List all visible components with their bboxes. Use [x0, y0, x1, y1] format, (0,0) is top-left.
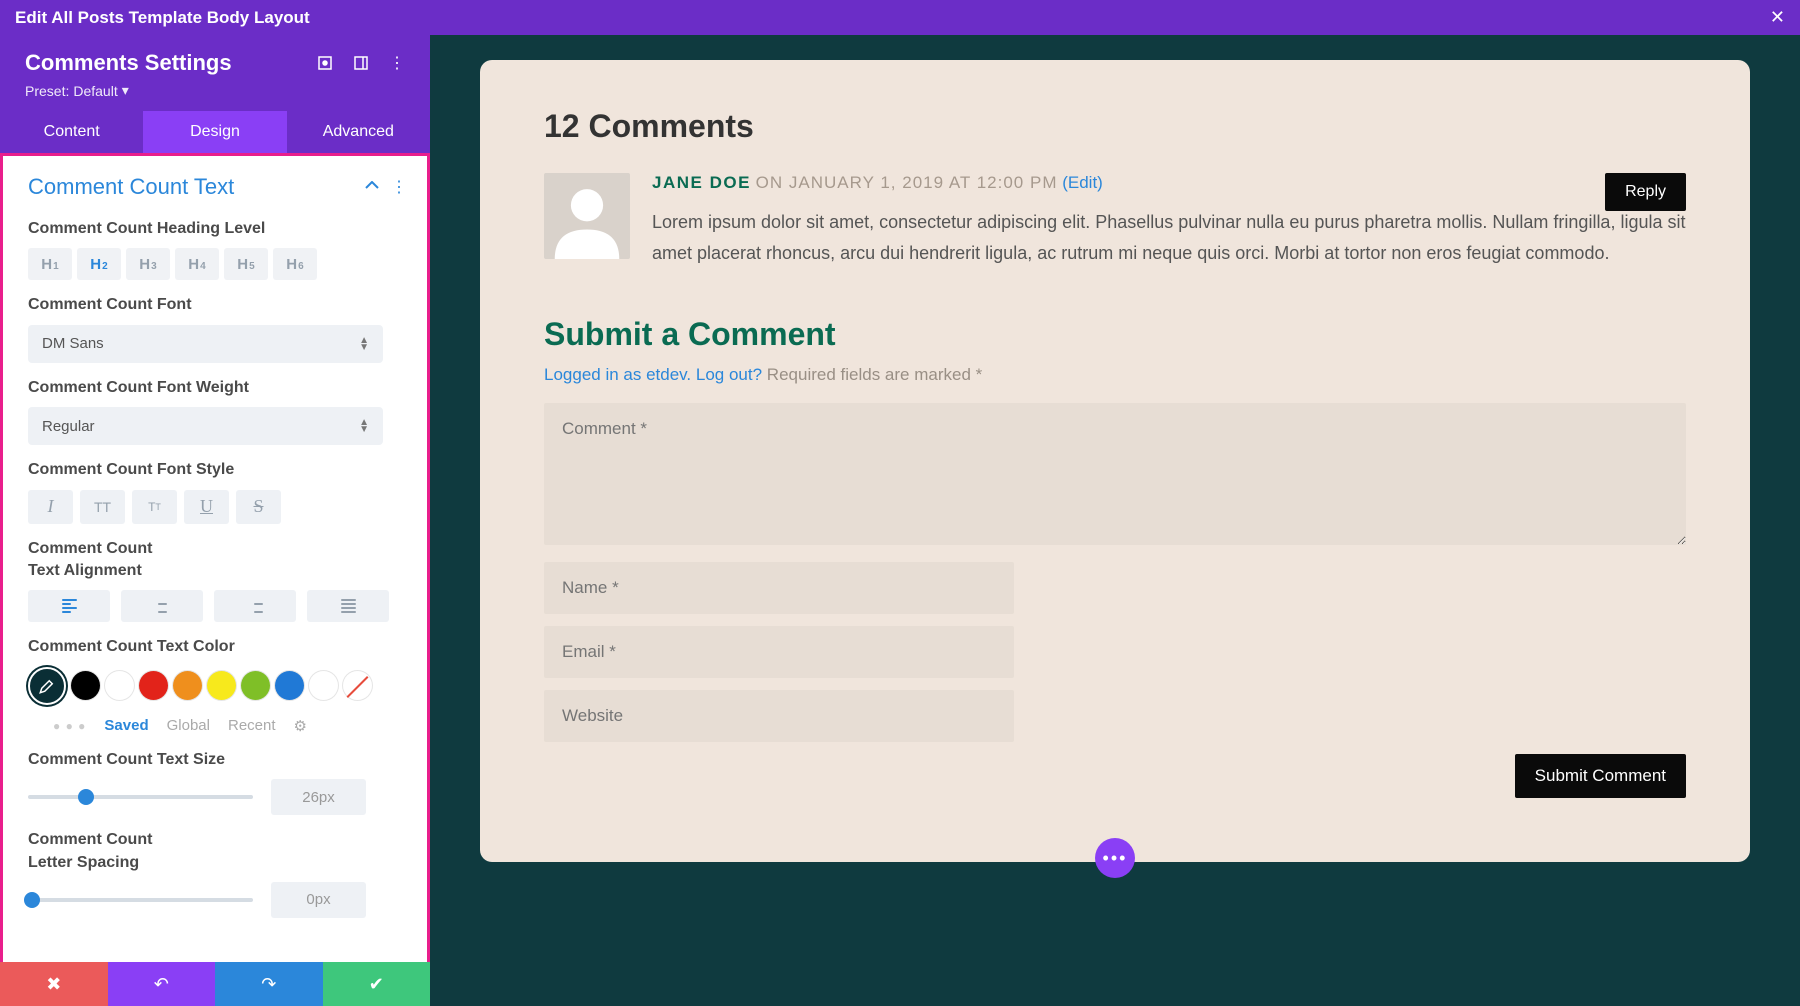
size-slider[interactable]	[28, 795, 253, 799]
label-weight: Comment Count Font Weight	[28, 377, 417, 399]
style-strikethrough[interactable]: S	[236, 490, 281, 524]
select-arrows-icon: ▲▼	[359, 337, 369, 351]
label-color: Comment Count Text Color	[28, 636, 417, 658]
expand-icon[interactable]	[317, 55, 333, 71]
swatch-orange[interactable]	[173, 671, 202, 700]
action-bar: ✖ ↶ ↷ ✔	[0, 962, 430, 1006]
label-font: Comment Count Font	[28, 294, 417, 316]
swatch-black[interactable]	[71, 671, 100, 700]
swatch-white[interactable]	[105, 671, 134, 700]
submit-button[interactable]: Submit Comment	[1515, 754, 1686, 798]
label-alignment: Comment Count Text Alignment	[28, 538, 188, 583]
form-note: Logged in as etdev. Log out? Required fi…	[544, 365, 1686, 385]
label-style: Comment Count Font Style	[28, 459, 417, 481]
comment-author[interactable]: JANE DOE	[652, 173, 751, 192]
color-tab-recent[interactable]: Recent	[228, 717, 276, 734]
comment-item: JANE DOE ON JANUARY 1, 2019 AT 12:00 PM …	[544, 173, 1686, 268]
module-options-fab[interactable]: •••	[1095, 838, 1135, 878]
swatch-none[interactable]	[343, 671, 372, 700]
email-input[interactable]	[544, 626, 1014, 678]
color-tab-saved[interactable]: Saved	[104, 717, 148, 734]
avatar	[544, 173, 630, 259]
swatch-yellow[interactable]	[207, 671, 236, 700]
color-tab-global[interactable]: Global	[167, 717, 210, 734]
spacing-slider[interactable]	[28, 898, 253, 902]
heading-h3[interactable]: H3	[126, 248, 170, 280]
comment-textarea[interactable]	[544, 403, 1686, 545]
swatch-green[interactable]	[241, 671, 270, 700]
preset-selector[interactable]: Preset: Default ▾	[25, 82, 405, 99]
module-title: Comments Settings	[25, 50, 232, 76]
name-input[interactable]	[544, 562, 1014, 614]
redo-button[interactable]: ↷	[215, 962, 323, 1006]
comment-date: ON JANUARY 1, 2019 AT 12:00 PM	[756, 173, 1058, 192]
settings-tabs: Content Design Advanced	[0, 111, 430, 153]
spacing-input[interactable]	[271, 882, 366, 918]
size-input[interactable]	[271, 779, 366, 815]
website-input[interactable]	[544, 690, 1014, 742]
close-icon[interactable]: ✕	[1770, 7, 1785, 28]
window-title: Edit All Posts Template Body Layout	[15, 8, 310, 28]
style-underline[interactable]: U	[184, 490, 229, 524]
tab-content[interactable]: Content	[0, 111, 143, 153]
cancel-button[interactable]: ✖	[0, 962, 108, 1006]
section-title: Comment Count Text	[28, 174, 234, 200]
tab-design[interactable]: Design	[143, 111, 286, 153]
logged-in-link[interactable]: Logged in as etdev.	[544, 365, 691, 384]
kebab-menu-icon[interactable]: ⋮	[389, 55, 405, 71]
undo-button[interactable]: ↶	[108, 962, 216, 1006]
heading-h6[interactable]: H6	[273, 248, 317, 280]
comments-module: 12 Comments JANE DOE ON JANUARY 1, 2019 …	[480, 60, 1750, 862]
heading-h4[interactable]: H4	[175, 248, 219, 280]
swatch-blue[interactable]	[275, 671, 304, 700]
swatch-red[interactable]	[139, 671, 168, 700]
tab-advanced[interactable]: Advanced	[287, 111, 430, 153]
weight-select[interactable]: Regular ▲▼	[28, 407, 383, 445]
style-smallcaps[interactable]: TT	[132, 490, 177, 524]
save-button[interactable]: ✔	[323, 962, 431, 1006]
drag-handle-icon[interactable]: ● ● ●	[53, 719, 86, 733]
font-select[interactable]: DM Sans ▲▼	[28, 325, 383, 363]
heading-h1[interactable]: H1	[28, 248, 72, 280]
responsive-icon[interactable]	[353, 55, 369, 71]
edit-link[interactable]: (Edit)	[1062, 173, 1103, 192]
required-note: Required fields are marked *	[767, 365, 982, 384]
align-left[interactable]	[28, 590, 110, 622]
comment-body-text: Lorem ipsum dolor sit amet, consectetur …	[652, 207, 1686, 268]
window-titlebar: Edit All Posts Template Body Layout ✕	[0, 0, 1800, 35]
align-center[interactable]	[121, 590, 203, 622]
preview-canvas: 12 Comments JANE DOE ON JANUARY 1, 2019 …	[430, 35, 1800, 1006]
label-size: Comment Count Text Size	[28, 749, 417, 771]
label-spacing: Comment Count Letter Spacing	[28, 829, 198, 874]
align-right[interactable]	[214, 590, 296, 622]
reply-button[interactable]: Reply	[1605, 173, 1686, 211]
style-italic[interactable]: I	[28, 490, 73, 524]
label-heading-level: Comment Count Heading Level	[28, 218, 417, 240]
swatch-white2[interactable]	[309, 671, 338, 700]
comment-count-title: 12 Comments	[544, 108, 1686, 145]
chevron-up-icon[interactable]	[365, 178, 379, 196]
heading-h2[interactable]: H2	[77, 248, 121, 280]
chevron-down-icon: ▾	[122, 82, 129, 99]
style-uppercase[interactable]: TT	[80, 490, 125, 524]
color-picker[interactable]	[28, 667, 66, 705]
gear-icon[interactable]: ⚙	[294, 717, 307, 735]
form-title: Submit a Comment	[544, 316, 1686, 353]
logout-link[interactable]: Log out?	[696, 365, 762, 384]
kebab-menu-icon[interactable]: ⋮	[391, 177, 407, 197]
settings-sidebar: Comments Settings ⋮ Preset: Default ▾ Co…	[0, 35, 430, 1006]
heading-h5[interactable]: H5	[224, 248, 268, 280]
select-arrows-icon: ▲▼	[359, 419, 369, 433]
align-justify[interactable]	[307, 590, 389, 622]
